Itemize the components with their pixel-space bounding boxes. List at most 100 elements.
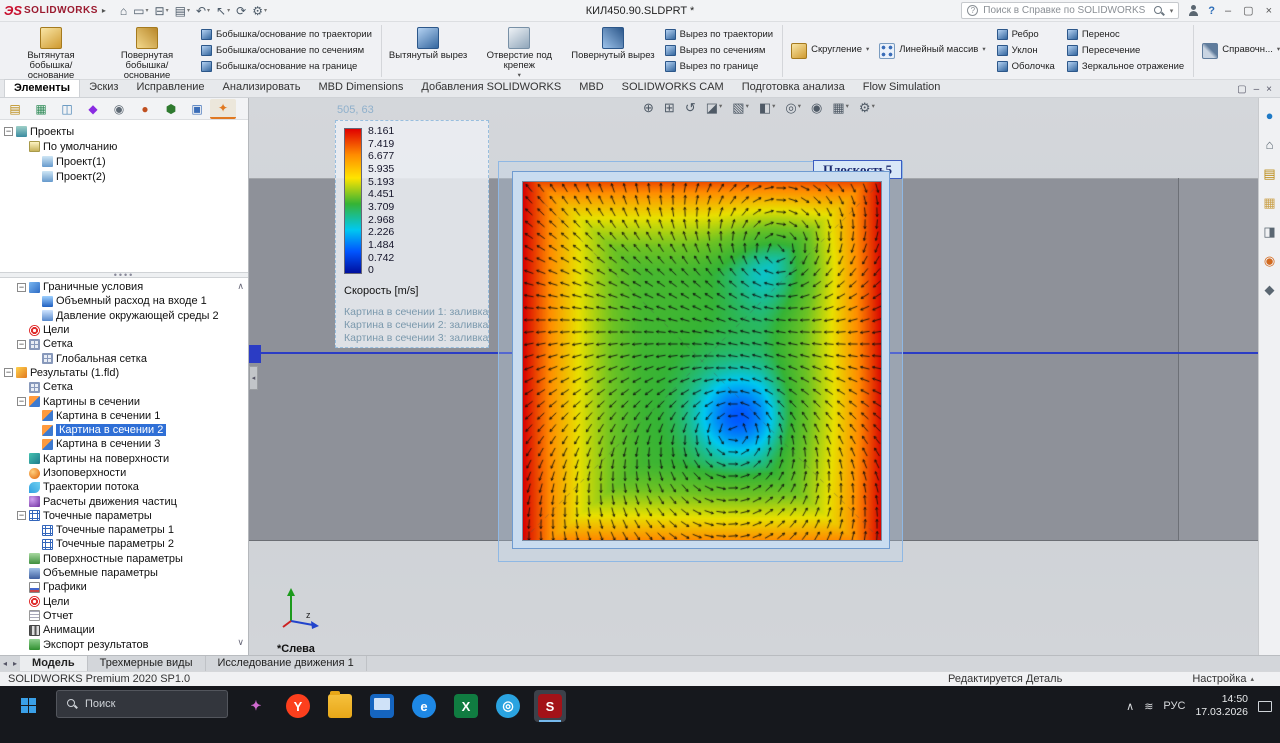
expander-icon[interactable] <box>30 526 39 535</box>
tab-analysis-preparation[interactable]: Подготовка анализа <box>733 79 854 97</box>
design-library-icon[interactable]: ▤ <box>1261 164 1279 182</box>
fillet-button[interactable]: Скругление▾ <box>786 43 874 59</box>
expander-icon[interactable] <box>17 554 26 563</box>
ribbon-item[interactable]: Ребро <box>994 27 1058 42</box>
tab-flow-simulation[interactable]: Flow Simulation <box>854 79 950 97</box>
tree-scroll-down-icon[interactable]: ∨ <box>237 638 244 647</box>
expander-icon[interactable]: − <box>17 397 26 406</box>
tab-model[interactable]: Модель <box>20 656 88 671</box>
tab-mbd-dimensions[interactable]: MBD Dimensions <box>309 79 412 97</box>
cut-extrude-button[interactable]: Вытянутый вырез <box>385 24 471 78</box>
featuremanager-tab-icon[interactable]: ▤ <box>2 99 28 119</box>
tree-item[interactable]: Объемные параметры <box>0 566 248 580</box>
ribbon-item[interactable]: Бобышка/основание на границе <box>198 59 375 74</box>
copilot-icon[interactable]: ✦ <box>240 690 272 722</box>
tree-item[interactable]: Отчет <box>0 609 248 623</box>
scene-icon[interactable]: ▦ ▾ <box>830 100 851 115</box>
tree-item[interactable]: По умолчанию <box>0 139 248 154</box>
ribbon-item[interactable]: Бобышка/основание по сечениям <box>198 43 375 58</box>
tree-item[interactable]: Точечные параметры 1 <box>0 523 248 537</box>
maximize-button[interactable]: ▢ <box>1241 4 1255 17</box>
expander-icon[interactable]: − <box>4 127 13 136</box>
ribbon-item[interactable]: Вырез по сечениям <box>662 43 776 58</box>
expander-icon[interactable] <box>30 440 39 449</box>
cut-plot-frame[interactable] <box>512 171 890 549</box>
tree-item[interactable]: Объемный расход на входе 1 <box>0 294 248 308</box>
folder-icon[interactable] <box>324 690 356 722</box>
tree-item[interactable]: Графики <box>0 580 248 594</box>
model-tabs-scroll-left-icon[interactable]: ◂ <box>0 656 10 671</box>
display-style-icon[interactable]: ◧ ▾ <box>757 100 778 115</box>
expander-icon[interactable] <box>17 626 26 635</box>
propertymanager-tab-icon[interactable]: ▦ <box>28 99 54 119</box>
start-button[interactable] <box>8 690 48 720</box>
tab-evaluate[interactable]: Анализировать <box>214 79 310 97</box>
model-tabs-scroll-right-icon[interactable]: ▸ <box>10 656 20 671</box>
displaymanager-tab-icon[interactable]: ◉ <box>106 99 132 119</box>
expander-icon[interactable] <box>17 569 26 578</box>
expander-icon[interactable] <box>17 469 26 478</box>
network-icon[interactable]: ≋ <box>1144 700 1153 713</box>
expander-icon[interactable] <box>30 411 39 420</box>
excel-icon[interactable]: X <box>450 690 482 722</box>
appearances-icon[interactable]: ◉ <box>1261 251 1279 269</box>
ribbon-item[interactable]: Перенос <box>1064 27 1187 42</box>
linear-pattern-button[interactable]: Линейный массив▾ <box>874 43 990 59</box>
expander-icon[interactable] <box>17 326 26 335</box>
tab-sketch[interactable]: Эскиз <box>80 79 127 97</box>
tree-item[interactable]: Анимации <box>0 623 248 637</box>
expander-icon[interactable] <box>30 297 39 306</box>
zoom-fit-icon[interactable]: ⊕ ▾ <box>641 100 656 115</box>
tree-item[interactable]: − Точечные параметры <box>0 509 248 523</box>
laptop-icon[interactable] <box>366 690 398 722</box>
view-settings-icon[interactable]: ⚙ ▾ <box>857 100 877 115</box>
previous-view-icon[interactable]: ↺ ▾ <box>683 100 698 115</box>
select-button[interactable]: ↖ ▾ <box>214 4 232 18</box>
ribbon-item[interactable]: Пересечение <box>1064 43 1187 58</box>
ribbon-item[interactable]: Вырез по границе <box>662 59 776 74</box>
expander-icon[interactable] <box>30 157 39 166</box>
cut-revolve-button[interactable]: Повернутый вырез <box>567 24 658 78</box>
expander-icon[interactable] <box>17 454 26 463</box>
tree-item[interactable]: − Картины в сечении <box>0 394 248 408</box>
expander-icon[interactable] <box>17 640 26 649</box>
solidworks-icon[interactable]: S <box>534 690 566 722</box>
expander-icon[interactable] <box>30 354 39 363</box>
save-button[interactable]: ⊟ ▾ <box>153 4 171 18</box>
tree-item[interactable]: Траектории потока <box>0 480 248 494</box>
language-indicator[interactable]: РУС <box>1163 700 1185 712</box>
tab-addins[interactable]: Добавления SOLIDWORKS <box>412 79 570 97</box>
file-explorer-icon[interactable]: ▦ <box>1261 193 1279 211</box>
undo-button[interactable]: ↶ ▾ <box>194 4 212 18</box>
home-button[interactable]: ⌂ ▾ <box>118 4 129 18</box>
tree-item[interactable]: − Проекты <box>0 124 248 139</box>
tree-item[interactable]: Глобальная сетка <box>0 351 248 365</box>
search-dropdown-caret[interactable]: ▾ <box>1170 7 1174 15</box>
ribbon-item[interactable]: Бобышка/основание по траектории <box>198 27 375 42</box>
resources-icon[interactable]: ⌂ <box>1261 135 1279 153</box>
notification-center-icon[interactable] <box>1258 701 1272 712</box>
tree-item[interactable]: Сетка <box>0 380 248 394</box>
tree-item[interactable]: − Граничные условия <box>0 280 248 294</box>
expander-icon[interactable] <box>30 540 39 549</box>
yandex-browser-icon[interactable]: Y <box>282 690 314 722</box>
expander-icon[interactable] <box>17 142 26 151</box>
expander-icon[interactable]: − <box>17 511 26 520</box>
graphics-viewport[interactable]: ◂ ⊕ ▾ ⊞ ▾ ↺ ▾ ◪ ▾ <box>249 98 1258 655</box>
expander-icon[interactable] <box>30 172 39 181</box>
expander-icon[interactable] <box>17 497 26 506</box>
dimxpert-tab-icon[interactable]: ◆ <box>80 99 106 119</box>
pane-flyout-arrow[interactable]: ◂ <box>249 366 258 390</box>
view-palette-icon[interactable]: ◨ <box>1261 222 1279 240</box>
tree-item[interactable]: Расчеты движения частиц <box>0 494 248 508</box>
tree-item[interactable]: − Результаты (1.fld) <box>0 366 248 380</box>
status-customize[interactable]: Настройка ▴ <box>1192 673 1254 685</box>
tab-motion-study-1[interactable]: Исследование движения 1 <box>206 656 367 671</box>
hole-wizard-button[interactable]: Отверстие под крепеж▾ <box>471 24 567 78</box>
expander-icon[interactable] <box>17 483 26 492</box>
section-plane-handle[interactable] <box>249 345 261 363</box>
open-file-button[interactable]: ▭ ▾ <box>131 4 150 18</box>
help-menu-icon[interactable]: ? <box>1208 5 1215 17</box>
tree-item[interactable]: Изоповерхности <box>0 466 248 480</box>
expander-icon[interactable] <box>17 383 26 392</box>
